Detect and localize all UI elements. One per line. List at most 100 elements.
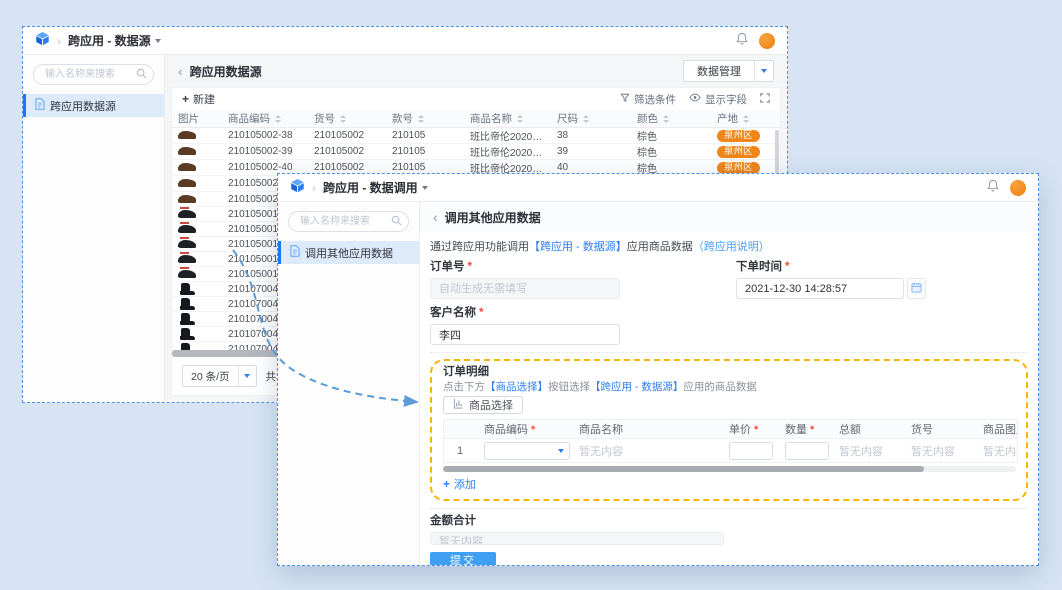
sidebar-item-datasource[interactable]: 跨应用数据源 xyxy=(23,94,164,117)
product-image xyxy=(178,270,196,278)
product-image xyxy=(178,225,196,233)
page-size-value: 20 条/页 xyxy=(183,366,238,386)
sort-arrows-icon[interactable] xyxy=(340,115,346,123)
bell-icon[interactable] xyxy=(987,179,999,197)
app-logo-cube-icon xyxy=(290,178,305,198)
back-arrow-icon[interactable]: ‹ xyxy=(178,63,183,79)
scrollbar-thumb[interactable] xyxy=(443,466,924,472)
window-data-call: 跨应用 - 数据调用 xyxy=(277,173,1039,566)
add-row-label: 添加 xyxy=(454,476,476,492)
sort-arrows-icon[interactable] xyxy=(583,115,589,123)
filter-funnel-icon xyxy=(620,93,630,106)
product-select-link[interactable]: 【商品选择】 xyxy=(485,381,548,393)
order-time-field[interactable] xyxy=(736,278,904,299)
required-star: * xyxy=(754,424,758,436)
cell-item-no: 210105002 xyxy=(308,128,386,144)
sidebar-search[interactable] xyxy=(288,211,409,232)
column-header[interactable]: 商品编码 xyxy=(222,110,308,128)
cell-style-no: 210105 xyxy=(386,128,464,144)
app-title-dropdown[interactable]: 跨应用 - 数据源 xyxy=(68,32,161,49)
submit-button[interactable]: 提交 xyxy=(430,552,496,565)
app-title-text: 跨应用 - 数据源 xyxy=(68,32,151,49)
customer-field[interactable] xyxy=(430,324,620,345)
item-no-placeholder: 暂无内容 xyxy=(903,439,975,463)
cell-item-no: 210105002 xyxy=(308,144,386,160)
total-placeholder: 暂无内容 xyxy=(831,439,903,463)
product-select-button[interactable]: 商品选择 xyxy=(443,396,523,414)
bell-icon[interactable] xyxy=(736,32,748,50)
cell-color: 棕色 xyxy=(631,144,711,160)
order-time-label: 下单时间* xyxy=(736,261,926,273)
column-header[interactable]: 货号 xyxy=(308,110,386,128)
intro-text: 应用商品数据 xyxy=(627,241,693,253)
show-fields-button[interactable]: 显示字段 xyxy=(689,92,747,107)
product-image xyxy=(181,298,190,310)
column-header[interactable]: 商品名称 xyxy=(464,110,551,128)
back-arrow-icon[interactable]: ‹ xyxy=(433,209,438,225)
sidebar-item-call-data[interactable]: 调用其他应用数据 xyxy=(278,241,419,264)
row-index-header xyxy=(444,420,476,439)
required-star: * xyxy=(468,261,472,273)
chevron-down-icon xyxy=(761,69,767,73)
data-manage-split-button[interactable]: 数据管理 xyxy=(683,60,774,82)
avatar[interactable] xyxy=(1010,180,1026,196)
order-no-label: 订单号* xyxy=(430,261,620,273)
page-size-select[interactable]: 20 条/页 xyxy=(182,365,257,387)
datasource-link[interactable]: 【跨应用 - 数据源】 xyxy=(529,241,627,253)
search-input[interactable] xyxy=(298,215,391,228)
datasource-link[interactable]: 【跨应用 - 数据源】 xyxy=(590,381,683,393)
search-icon xyxy=(391,213,402,231)
eye-icon xyxy=(689,93,701,105)
data-manage-caret[interactable] xyxy=(754,61,773,81)
column-header[interactable]: 图片 xyxy=(172,110,222,128)
fullscreen-icon[interactable] xyxy=(760,93,770,106)
product-image xyxy=(181,328,190,340)
unit-price-input[interactable] xyxy=(729,442,773,460)
breadcrumb-chevron-icon xyxy=(57,32,61,50)
data-manage-label[interactable]: 数据管理 xyxy=(684,61,754,81)
filter-button[interactable]: 筛选条件 xyxy=(620,92,676,107)
add-row-button[interactable]: 添加 xyxy=(443,476,476,492)
column-header[interactable]: 款号 xyxy=(386,110,464,128)
table-row[interactable]: 210105002-39 210105002 210105 班比帝伦2020夏季… xyxy=(172,144,780,160)
sidebar-search[interactable] xyxy=(33,64,154,85)
subform-horizontal-scrollbar[interactable] xyxy=(443,466,1016,472)
required-star: * xyxy=(479,307,483,319)
calendar-button[interactable] xyxy=(907,278,926,299)
app-title-dropdown[interactable]: 跨应用 - 数据调用 xyxy=(323,179,428,196)
new-record-button[interactable]: 新建 xyxy=(182,91,215,107)
sort-arrows-icon[interactable] xyxy=(517,115,523,123)
subform-column-header: 商品图片 xyxy=(975,420,1018,439)
avatar[interactable] xyxy=(759,33,775,49)
product-image xyxy=(178,163,196,171)
product-image xyxy=(178,195,196,203)
desktop-canvas: 跨应用 - 数据源 xyxy=(0,0,1062,590)
sort-arrows-icon[interactable] xyxy=(418,115,424,123)
product-code-select[interactable] xyxy=(484,442,570,460)
table-row[interactable]: 210105002-38 210105002 210105 班比帝伦2020夏季… xyxy=(172,128,780,144)
column-header[interactable]: 产地 xyxy=(711,110,780,128)
amount-total-field[interactable]: 暂无内容 xyxy=(430,532,724,545)
app-header: 跨应用 - 数据调用 xyxy=(278,174,1038,202)
sort-arrows-icon[interactable] xyxy=(663,115,669,123)
order-no-field[interactable] xyxy=(430,278,620,299)
subform-column-header: 单价* xyxy=(721,420,777,439)
search-input[interactable] xyxy=(43,68,136,81)
origin-badge: 泉州区 xyxy=(717,162,760,174)
sort-arrows-icon[interactable] xyxy=(275,115,281,123)
required-star: * xyxy=(531,424,535,436)
quantity-input[interactable] xyxy=(785,442,829,460)
intro-text: 通过跨应用功能调用 xyxy=(430,241,529,253)
sort-arrows-icon[interactable] xyxy=(743,115,749,123)
subform-column-header: 数量* xyxy=(777,420,831,439)
help-link[interactable]: （跨应用说明） xyxy=(693,241,770,253)
form-intro: 通过跨应用功能调用【跨应用 - 数据源】应用商品数据（跨应用说明） xyxy=(430,242,1028,253)
column-header[interactable]: 尺码 xyxy=(551,110,631,128)
calendar-icon xyxy=(911,281,922,296)
new-record-label: 新建 xyxy=(193,94,215,106)
show-fields-label: 显示字段 xyxy=(705,92,747,107)
column-header[interactable]: 颜色 xyxy=(631,110,711,128)
cell-product-code: 210105002-39 xyxy=(222,144,308,160)
origin-badge: 泉州区 xyxy=(717,130,760,142)
filter-label: 筛选条件 xyxy=(634,92,676,107)
